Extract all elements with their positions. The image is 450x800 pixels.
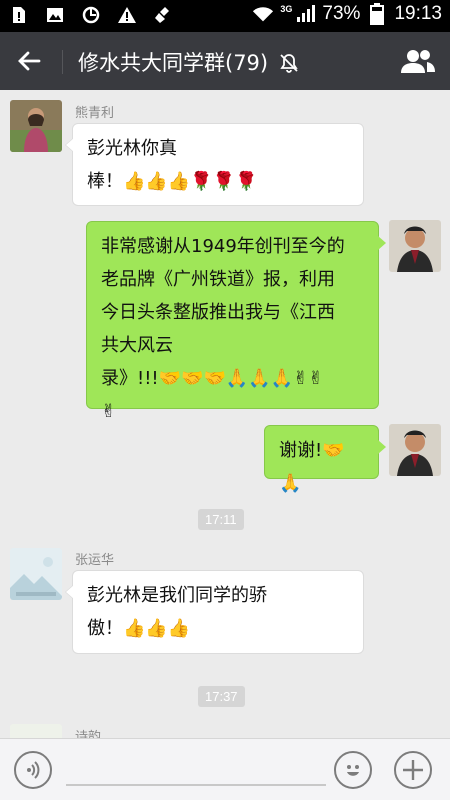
- smiley-icon: [347, 765, 359, 776]
- message-text: 傲！👍👍👍: [87, 618, 191, 639]
- message-bubble[interactable]: 谢谢!🤝🙏: [264, 425, 386, 494]
- message-text: 棒！👍👍👍🌹🌹🌹: [87, 171, 258, 192]
- battery-icon: [366, 3, 388, 25]
- back-arrow-icon: [18, 51, 41, 71]
- avatar[interactable]: [10, 100, 62, 152]
- status-bar: 3G 73% 19:13: [0, 0, 450, 32]
- sender-name: 张运华: [75, 553, 115, 568]
- input-bar: [0, 738, 450, 800]
- timestamp: 17:37: [198, 686, 245, 707]
- wifi-icon: [252, 3, 274, 25]
- clock: 19:13: [394, 3, 442, 24]
- avatar[interactable]: [389, 424, 441, 476]
- back-button[interactable]: [10, 43, 48, 79]
- battery-percent: 73%: [322, 3, 361, 24]
- emoji-button[interactable]: [334, 751, 372, 789]
- mute-bell-icon: [280, 54, 298, 73]
- broom-icon: [152, 4, 174, 26]
- chat-header: 修水共大同学群(79): [0, 32, 450, 90]
- message-text: 共大风云: [101, 335, 173, 356]
- people-icon: [401, 50, 435, 73]
- message-input[interactable]: [66, 784, 326, 786]
- avatar[interactable]: [389, 220, 441, 272]
- more-button[interactable]: [394, 751, 432, 789]
- message-bubble[interactable]: 非常感谢从1949年创刊至今的 老品牌《广州铁道》报，利用 今日头条整版推出我与…: [86, 221, 386, 422]
- message-bubble[interactable]: 彭光林是我们同学的骄 傲！👍👍👍: [65, 570, 364, 654]
- timestamp: 17:11: [198, 509, 244, 530]
- avatar[interactable]: [10, 548, 62, 600]
- warning-icon: [116, 4, 138, 26]
- sender-name: 熊青利: [75, 106, 115, 121]
- message-text: 彭光林你真: [87, 138, 177, 159]
- message-text: 谢谢!🤝🙏: [279, 440, 345, 494]
- voice-input-button[interactable]: [14, 751, 52, 789]
- chat-title: 修水共大同学群(79): [78, 51, 269, 75]
- title-divider: [62, 50, 63, 74]
- message-list[interactable]: 熊青利 彭光林你真 棒！👍👍👍🌹🌹🌹 非常感谢从1949年创刊至今的 老品牌《广…: [0, 90, 450, 738]
- group-members-button[interactable]: [400, 46, 436, 76]
- plus-icon: [403, 760, 423, 780]
- network-type: 3G: [280, 4, 293, 14]
- voice-icon: [27, 761, 40, 779]
- message-text: 彭光林是我们同学的骄: [87, 585, 267, 606]
- message-text: 今日头条整版推出我与《江西: [101, 302, 335, 323]
- sender-name: 诗韵: [75, 730, 102, 738]
- message-text: 录》!!!🤝🤝🤝🙏🙏🙏✌✌: [101, 368, 324, 389]
- message-text: 老品牌《广州铁道》报，利用: [101, 269, 335, 290]
- signal-icon: [294, 3, 316, 25]
- image-icon: [44, 4, 66, 26]
- sd-card-alert-icon: [8, 4, 30, 26]
- avatar[interactable]: [10, 724, 62, 738]
- message-text: 非常感谢从1949年创刊至今的: [101, 236, 345, 257]
- message-text: ✌: [101, 401, 117, 422]
- sync-icon: [80, 4, 102, 26]
- message-bubble[interactable]: 彭光林你真 棒！👍👍👍🌹🌹🌹: [65, 123, 364, 206]
